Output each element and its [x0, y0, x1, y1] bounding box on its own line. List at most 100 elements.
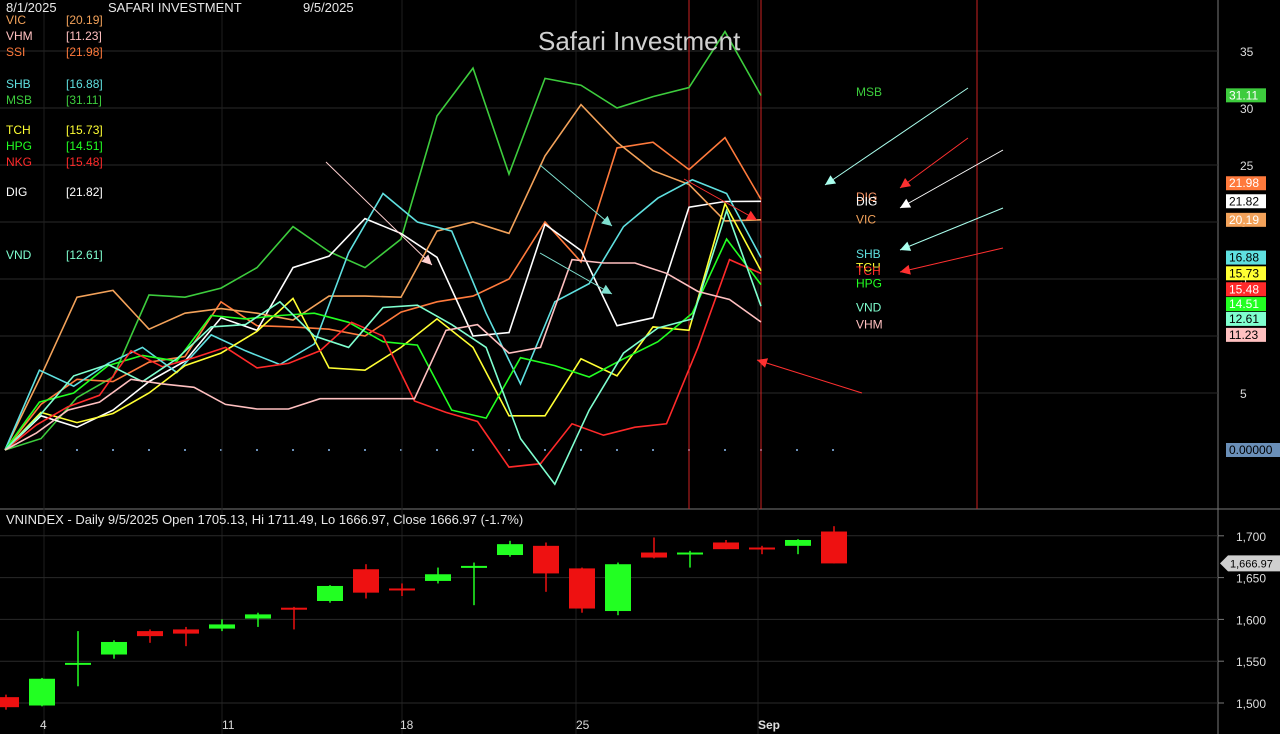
annotation-arrow [683, 178, 758, 221]
sub-y-tick-label: 1,600 [1236, 613, 1266, 627]
y-tick-label: 5 [1240, 387, 1247, 401]
legend-value: [14.51] [66, 139, 103, 153]
zero-dot [472, 449, 474, 451]
candle-body [713, 542, 739, 550]
candle-body [65, 662, 91, 665]
series-line-dig [4, 200, 762, 451]
candle-body [569, 568, 595, 609]
zero-dot [76, 449, 78, 451]
legend-ticker: DIG [6, 185, 28, 199]
legend-item-vic: VIC [20.19] [6, 13, 103, 27]
series-line-shb [4, 178, 762, 451]
legend-ticker: SHB [6, 77, 31, 91]
annotation-arrowhead [601, 215, 612, 226]
legend-ticker: NKG [6, 155, 33, 169]
value-tag-text: 12.61 [1229, 312, 1259, 326]
zero-dot [292, 449, 294, 451]
candle-body [461, 565, 487, 568]
legend-ticker: SSI [6, 45, 26, 59]
legend-item-shb: SHB [16.88] [6, 77, 103, 91]
zero-dot [652, 449, 654, 451]
zero-dot [436, 449, 438, 451]
legend-value: [20.19] [66, 13, 103, 27]
value-tag-text: 14.51 [1229, 297, 1259, 311]
legend-value: [16.88] [66, 77, 103, 91]
annotation-arrow [899, 247, 1004, 273]
legend-item-vnd: VND [12.61] [6, 248, 103, 262]
series-label: VND [856, 301, 882, 315]
series-label: DIG [856, 194, 877, 208]
candle-body [209, 624, 235, 629]
zero-dot [544, 449, 546, 451]
annotation-arrow [824, 87, 969, 186]
candle-body [749, 547, 775, 550]
y-tick-label: 35 [1240, 45, 1254, 59]
series-label: HPG [856, 277, 882, 291]
sub-y-tick-label: 1,650 [1236, 572, 1266, 586]
legend-value: [21.82] [66, 185, 103, 199]
annotation-arrowhead [757, 358, 769, 368]
legend-ticker: VND [6, 248, 32, 262]
zero-dot [112, 449, 114, 451]
candle-body [173, 629, 199, 634]
annotation-arrowhead [825, 175, 837, 185]
x-tick-label: 11 [222, 718, 235, 732]
value-tag-text: 20.19 [1229, 213, 1259, 227]
x-tick-label: 25 [576, 718, 590, 732]
legend-item-hpg: HPG [14.51] [6, 139, 103, 153]
candle-body [677, 552, 703, 555]
candle-body [641, 552, 667, 558]
zero-dot [40, 449, 42, 451]
zero-dot [328, 449, 330, 451]
zero-dot [256, 449, 258, 451]
legend-item-ssi: SSI [21.98] [6, 45, 103, 59]
sub-y-tick-label: 1,700 [1236, 530, 1266, 544]
zero-dot [184, 449, 186, 451]
candle-body [353, 569, 379, 593]
y-tick-label: 25 [1240, 159, 1254, 173]
legend-value: [21.98] [66, 45, 103, 59]
annotation-arrow [899, 149, 1004, 209]
last-price-tag-text: 1,666.97 [1230, 558, 1273, 570]
header-end-date: 9/5/2025 [303, 0, 354, 15]
zero-dot [796, 449, 798, 451]
candle-body [425, 574, 451, 581]
zero-dot [364, 449, 366, 451]
annotation-arrow [899, 137, 969, 189]
annotation-arrow [899, 207, 1004, 251]
value-tag-text: 11.23 [1229, 328, 1258, 342]
value-tag-text: 0.00000 [1229, 443, 1273, 457]
legend-value: [15.73] [66, 123, 103, 137]
subchart-title: VNINDEX - Daily 9/5/2025 Open 1705.13, H… [6, 512, 524, 527]
legend-item-tch: TCH [15.73] [6, 123, 103, 137]
annotation-arrowhead [600, 284, 612, 294]
header-name: SAFARI INVESTMENT [108, 0, 242, 15]
series-line-tch [4, 201, 762, 451]
annotation-arrowhead [900, 178, 912, 188]
candle-body [0, 697, 19, 708]
candle-body [821, 531, 847, 564]
series-line-hpg [4, 237, 762, 451]
series-line-ssi [4, 136, 762, 451]
legend-item-nkg: NKG [15.48] [6, 155, 103, 169]
legend-ticker: TCH [6, 123, 31, 137]
annotation-arrowhead [900, 264, 911, 275]
sub-y-tick-label: 1,500 [1236, 697, 1266, 711]
annotation-arrowhead [900, 198, 912, 208]
x-tick-label: Sep [758, 718, 780, 732]
sub-y-tick-label: 1,550 [1236, 655, 1266, 669]
chart-title: Safari Investment [538, 26, 741, 56]
zero-dot [148, 449, 150, 451]
legend-item-dig: DIG [21.82] [6, 185, 103, 199]
legend-item-vhm: VHM [11.23] [6, 29, 102, 43]
candle-body [605, 564, 631, 612]
annotation-arrowhead [745, 210, 757, 220]
zero-dot [508, 449, 510, 451]
zero-dot [616, 449, 618, 451]
value-tag-text: 21.98 [1229, 176, 1259, 190]
candle-body [389, 588, 415, 591]
series-line-vhm [4, 258, 762, 451]
candle-body [317, 585, 343, 602]
legend-ticker: HPG [6, 139, 33, 153]
candle-body [245, 614, 271, 619]
